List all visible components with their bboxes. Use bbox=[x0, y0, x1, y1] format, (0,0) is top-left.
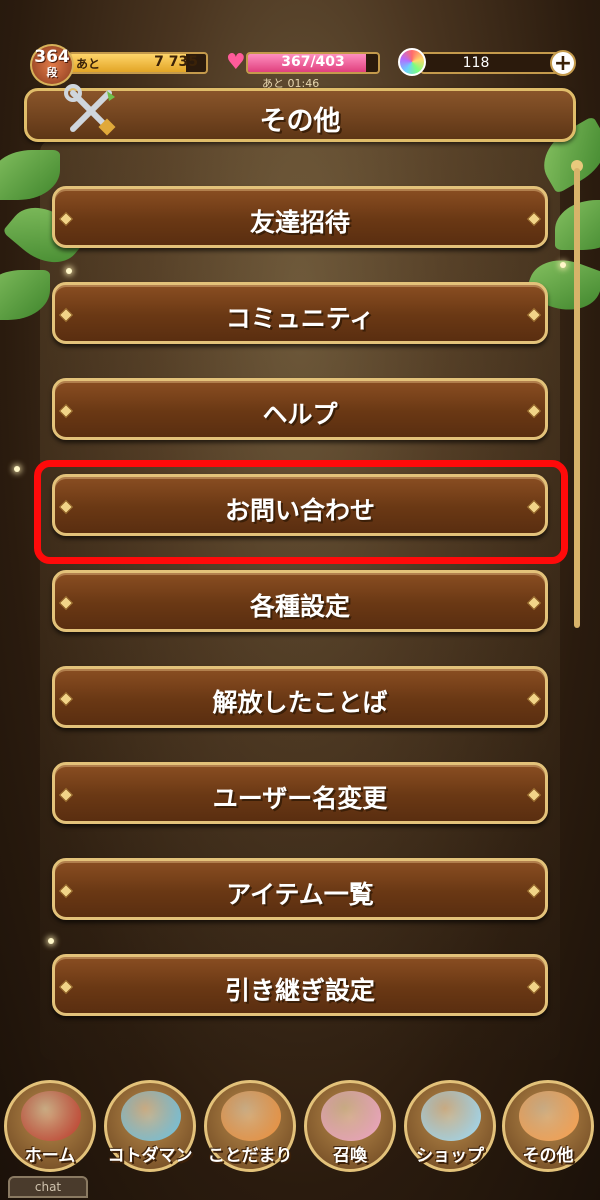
add-gems-button[interactable]: + bbox=[550, 50, 576, 76]
bottom-nav: ホーム コトダマン ことだまり 召喚 ショップ その他 bbox=[0, 1080, 600, 1180]
sparkle bbox=[14, 466, 20, 472]
menu-item-settings[interactable]: 各種設定 bbox=[52, 570, 548, 632]
gem-value: 118 bbox=[462, 55, 490, 71]
menu-item-transfer-settings[interactable]: 引き継ぎ設定 bbox=[52, 954, 548, 1016]
rainbow-gem-icon bbox=[398, 48, 426, 76]
nav-summon[interactable]: 召喚 bbox=[304, 1080, 396, 1172]
nav-label: 召喚 bbox=[333, 1146, 367, 1166]
nav-label: コトダマン bbox=[107, 1146, 193, 1166]
carrots-icon bbox=[221, 1091, 281, 1141]
house-icon bbox=[21, 1091, 81, 1141]
scrollbar[interactable] bbox=[574, 168, 580, 628]
menu-item-label: ユーザー名変更 bbox=[212, 784, 388, 813]
settings-menu: 友達招待 コミュニティ ヘルプ お問い合わせ 各種設定 解放したことば ユーザー… bbox=[52, 186, 548, 1050]
menu-item-help[interactable]: ヘルプ bbox=[52, 378, 548, 440]
nav-shop[interactable]: ショップ bbox=[404, 1080, 496, 1172]
stamina-value: 367/403 bbox=[281, 54, 345, 70]
page-title: その他 bbox=[259, 106, 341, 137]
menu-item-label: アイテム一覧 bbox=[226, 880, 374, 909]
menu-item-community[interactable]: コミュニティ bbox=[52, 282, 548, 344]
nav-label: ことだまり bbox=[207, 1146, 293, 1166]
heart-icon: ♥ bbox=[226, 50, 246, 75]
rainbow-gem-icon bbox=[421, 1091, 481, 1141]
exp-value: 7 735 bbox=[154, 54, 198, 70]
menu-item-invite-friends[interactable]: 友達招待 bbox=[52, 186, 548, 248]
rank-unit: 段 bbox=[46, 66, 58, 79]
nav-kotodamari[interactable]: ことだまり bbox=[204, 1080, 296, 1172]
nav-other[interactable]: その他 bbox=[502, 1080, 594, 1172]
menu-item-label: 引き継ぎ設定 bbox=[224, 976, 375, 1005]
menu-item-label: 友達招待 bbox=[249, 208, 350, 237]
nav-label: その他 bbox=[522, 1146, 574, 1166]
chat-tab[interactable]: chat bbox=[8, 1176, 88, 1198]
tools-icon bbox=[519, 1091, 579, 1141]
menu-item-change-username[interactable]: ユーザー名変更 bbox=[52, 762, 548, 824]
rank-value: 364 bbox=[34, 47, 70, 67]
nav-home[interactable]: ホーム bbox=[4, 1080, 96, 1172]
exp-bar: あと 7 735 bbox=[68, 52, 208, 74]
page-header: その他 bbox=[24, 84, 576, 142]
summon-icon bbox=[321, 1091, 381, 1141]
sparkle bbox=[560, 262, 566, 268]
nav-label: ショップ bbox=[416, 1146, 484, 1166]
menu-item-label: ヘルプ bbox=[262, 400, 338, 429]
kotodaman-icon bbox=[121, 1091, 181, 1141]
menu-item-label: コミュニティ bbox=[225, 304, 375, 333]
menu-item-label: 解放したことば bbox=[212, 688, 388, 717]
menu-item-item-list[interactable]: アイテム一覧 bbox=[52, 858, 548, 920]
menu-item-label: 各種設定 bbox=[249, 592, 350, 621]
exp-label: あと bbox=[76, 57, 101, 71]
stamina-bar: 367/403 bbox=[246, 52, 380, 74]
highlight-box bbox=[34, 460, 568, 564]
nav-kotodaman[interactable]: コトダマン bbox=[104, 1080, 196, 1172]
gem-counter: 118 bbox=[420, 52, 560, 74]
menu-item-unlocked-words[interactable]: 解放したことば bbox=[52, 666, 548, 728]
nav-label: ホーム bbox=[24, 1146, 76, 1166]
rank-badge[interactable]: 364 段 bbox=[30, 44, 74, 86]
